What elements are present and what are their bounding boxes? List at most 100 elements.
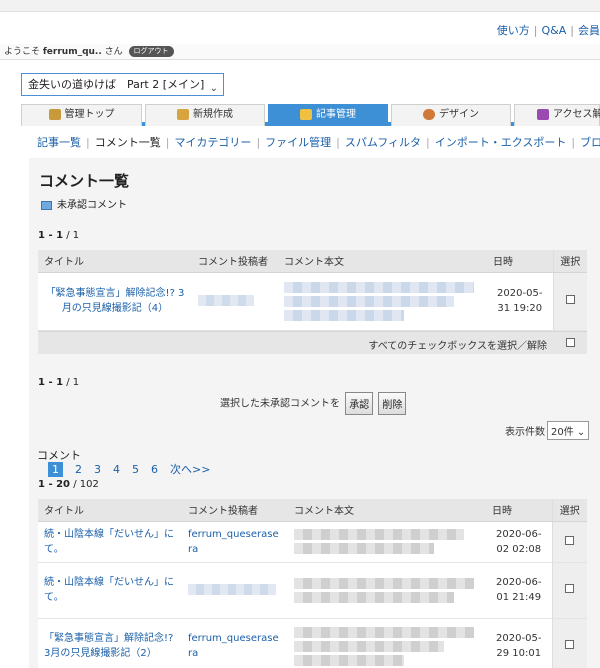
row-checkbox[interactable]	[565, 640, 575, 649]
logout-button[interactable]: ログアウト	[128, 46, 174, 57]
table-row: 「緊急事態宣言」解除記念!? 3月の只見線撮影記（2） ferrum_quese…	[38, 618, 587, 668]
comment-body-redacted	[278, 272, 487, 331]
pending-label: 未承認コメント	[57, 200, 127, 211]
col-date: 日時	[487, 250, 553, 273]
per-page-control: 表示件数 20件 ⌄	[505, 421, 590, 440]
count-total: / 1	[66, 230, 80, 241]
col-select: 選択	[552, 250, 587, 273]
blog-select[interactable]: 金失いの道ゆけば Part 2 [メイン] ⌄	[21, 73, 224, 96]
username: ferrum_qu..	[42, 47, 102, 57]
welcome-prefix: ようこそ	[4, 47, 41, 57]
comment-title-link[interactable]: 続・山陰本線「だいせん」にて。	[38, 562, 182, 619]
divider: |	[533, 24, 538, 37]
tab-label: デザイン	[439, 109, 479, 120]
subnav-spam-filter[interactable]: スパムフィルタ	[345, 136, 421, 149]
row-select	[551, 562, 587, 619]
page-link[interactable]: 2	[75, 463, 82, 476]
row-checkbox[interactable]	[565, 584, 575, 593]
page-link[interactable]: 4	[113, 463, 120, 476]
count-total: / 1	[66, 377, 80, 388]
pending-heading: 未承認コメント	[41, 196, 127, 211]
action-label: 選択した未承認コメントを	[220, 398, 340, 410]
select-all-checkbox[interactable]	[566, 338, 575, 347]
page-title: コメント一覧	[39, 172, 130, 190]
pending-action-row: 選択した未承認コメントを 承認 削除	[220, 392, 407, 415]
chevron-down-icon: ⌄	[209, 83, 218, 94]
comment-author-redacted	[192, 272, 278, 331]
comment-date: 2020-05-31 19:20	[487, 272, 553, 331]
qa-link[interactable]: Q&A	[542, 24, 567, 37]
row-checkbox[interactable]	[565, 295, 575, 304]
per-page-select[interactable]: 20件 ⌄	[547, 421, 590, 440]
pending-count-bottom: 1 - 1 / 1	[38, 377, 79, 388]
col-author: コメント投稿者	[182, 499, 288, 522]
subnav-blog[interactable]: ブログ	[580, 136, 600, 149]
top-links: 使い方 | Q&A | 会員	[497, 22, 600, 38]
tab-admin-top[interactable]: 管理トップ	[21, 104, 142, 126]
comment-author-redacted	[182, 562, 288, 619]
comments-count: 1 - 20 / 102	[38, 479, 99, 490]
main-tabs: 管理トップ 新規作成 記事管理 デザイン アクセス解	[21, 104, 600, 126]
row-select	[551, 618, 587, 668]
subnav-article-list[interactable]: 記事一覧	[37, 136, 81, 149]
subnav-comment-list[interactable]: コメント一覧	[95, 136, 161, 149]
pending-count: 1 - 1 / 1	[38, 230, 79, 241]
comment-date: 2020-06-01 21:49	[486, 562, 552, 619]
page-link[interactable]: 6	[151, 463, 158, 476]
count-range: 1 - 1	[38, 230, 64, 241]
tab-label: アクセス解	[553, 109, 600, 120]
tab-new-post[interactable]: 新規作成	[145, 104, 265, 126]
member-link[interactable]: 会員	[578, 24, 600, 37]
col-title: タイトル	[38, 250, 192, 273]
tab-article-manage[interactable]: 記事管理	[268, 104, 388, 126]
comment-date: 2020-06-02 02:08	[486, 521, 552, 563]
page-link-current[interactable]: 1	[48, 462, 63, 477]
sub-navigation: 記事一覧 | コメント一覧 | マイカテゴリー | ファイル管理 | スパムフィルタ | インポート…	[21, 134, 600, 151]
comment-title-link[interactable]: 続・山陰本線「だいせん」にて。	[38, 521, 182, 563]
pending-comments-table: タイトル コメント投稿者 コメント本文 日時 選択 「緊急事態宣言」解除記念!?…	[38, 250, 587, 331]
tab-label: 新規作成	[193, 109, 233, 120]
tab-design[interactable]: デザイン	[391, 104, 511, 126]
next-page-link[interactable]: 次へ>>	[170, 461, 210, 477]
comment-author-link[interactable]: ferrum_queserasera	[182, 521, 288, 563]
delete-button[interactable]: 削除	[378, 392, 407, 415]
row-checkbox[interactable]	[565, 535, 575, 545]
col-body: コメント本文	[278, 250, 487, 273]
welcome-bar: ようこそ ferrum_qu.. さん ログアウト	[0, 44, 600, 60]
select-all-label: すべてのチェックボックスを選択／解除	[368, 341, 547, 352]
tab-label: 記事管理	[316, 109, 356, 120]
house-icon	[48, 108, 61, 120]
subnav-import-export[interactable]: インポート・エクスポート	[435, 136, 567, 149]
comment-title-link[interactable]: 「緊急事態宣言」解除記念!? 3月の只見線撮影記（2）	[38, 618, 182, 668]
bar-chart-icon	[537, 108, 549, 120]
palette-icon	[423, 108, 435, 120]
welcome-suffix: さん	[104, 47, 123, 57]
help-link[interactable]: 使い方	[497, 24, 530, 37]
row-select	[552, 272, 587, 331]
divider: |	[86, 136, 90, 149]
approve-button[interactable]: 承認	[345, 392, 374, 415]
count-range: 1 - 1	[38, 377, 64, 388]
divider: |	[571, 136, 576, 149]
document-icon	[300, 108, 312, 120]
count-total: / 102	[73, 479, 99, 490]
page-link[interactable]: 3	[94, 463, 101, 476]
divider: |	[165, 136, 170, 149]
col-body: コメント本文	[288, 499, 486, 522]
blog-select-value: 金失いの道ゆけば Part 2 [メイン]	[28, 78, 205, 91]
count-range: 1 - 20	[38, 479, 70, 490]
col-author: コメント投稿者	[192, 250, 278, 273]
divider: |	[256, 136, 261, 149]
page-link[interactable]: 5	[132, 463, 139, 476]
tab-label: 管理トップ	[64, 109, 115, 120]
subnav-my-category[interactable]: マイカテゴリー	[174, 136, 251, 149]
comment-body-redacted	[288, 562, 486, 619]
comment-body-redacted	[288, 618, 486, 668]
comment-body-redacted	[288, 521, 486, 563]
divider: |	[426, 136, 430, 149]
tab-access-analysis[interactable]: アクセス解	[514, 104, 600, 126]
subnav-file-manage[interactable]: ファイル管理	[265, 136, 331, 149]
comment-author-link[interactable]: ferrum_queserasera	[182, 618, 288, 668]
comment-title-link[interactable]: 「緊急事態宣言」解除記念!? 3月の只見線撮影記（4）	[38, 272, 192, 331]
top-strip	[0, 0, 600, 12]
